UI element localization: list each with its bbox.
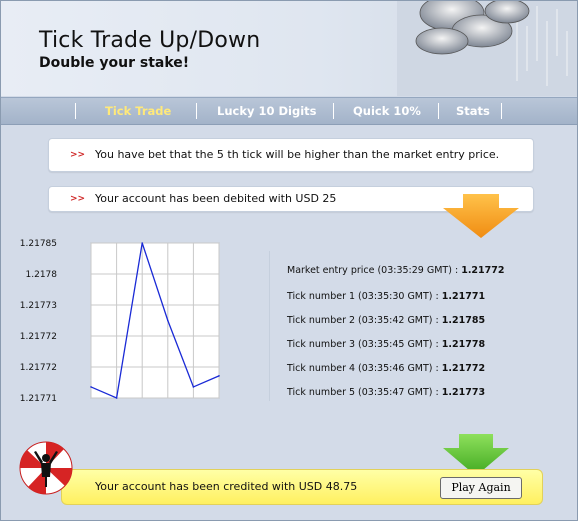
down-arrow-orange-icon bbox=[443, 194, 519, 238]
tick-value: 1.21778 bbox=[441, 339, 486, 350]
tab-tick-trade[interactable]: Tick Trade bbox=[105, 98, 171, 124]
y-tick-label: 1.21773 bbox=[20, 301, 57, 311]
tick-point bbox=[141, 242, 143, 244]
entry-price-value: 1.21772 bbox=[461, 265, 505, 276]
page-subtitle: Double your stake! bbox=[39, 55, 190, 71]
tick-point bbox=[167, 319, 169, 322]
tick-list: Market entry price (03:35:29 GMT) : 1.21… bbox=[269, 251, 530, 401]
page-title: Tick Trade Up/Down bbox=[39, 28, 261, 53]
debit-message-text: Your account has been debited with USD 2… bbox=[95, 192, 337, 205]
tick-value: 1.21771 bbox=[441, 291, 486, 302]
tick-label: Tick number 2 (03:35:42 GMT) : bbox=[287, 315, 439, 326]
tick-row: Tick number 4 (03:35:46 GMT) : 1.21772 bbox=[287, 363, 485, 374]
winner-badge-icon bbox=[19, 441, 73, 495]
tick-price-chart: 1.21785 1.2178 1.21773 1.21772 1.21772 1.2177… bbox=[20, 239, 220, 404]
tick-trade-window: Tick Trade Up/Down Double your stake! Ti… bbox=[0, 0, 578, 521]
header: Tick Trade Up/Down Double your stake! bbox=[1, 1, 577, 96]
nav-separator bbox=[438, 103, 439, 119]
tab-lucky-10-digits[interactable]: Lucky 10 Digits bbox=[217, 98, 317, 124]
tab-stats[interactable]: Stats bbox=[456, 98, 490, 124]
tick-label: Tick number 4 (03:35:46 GMT) : bbox=[287, 363, 439, 374]
entry-price-label: Market entry price (03:35:29 GMT) : bbox=[287, 265, 459, 276]
plot-area bbox=[90, 242, 220, 399]
tick-value: 1.21785 bbox=[441, 315, 486, 326]
tick-label: Tick number 5 (03:35:47 GMT) : bbox=[287, 387, 439, 398]
nav-bar: Tick Trade Lucky 10 Digits Quick 10% Sta… bbox=[1, 97, 577, 125]
y-tick-label: 1.21771 bbox=[20, 394, 57, 404]
y-tick-label: 1.21772 bbox=[20, 363, 57, 373]
y-tick-label: 1.2178 bbox=[26, 270, 58, 280]
chevron-right-icon: >> bbox=[70, 194, 86, 204]
play-again-button[interactable]: Play Again bbox=[440, 477, 522, 499]
chevron-right-icon: >> bbox=[70, 150, 86, 160]
tick-row: Tick number 2 (03:35:42 GMT) : 1.21785 bbox=[287, 315, 485, 326]
tick-value: 1.21773 bbox=[441, 387, 486, 398]
nav-separator bbox=[501, 103, 502, 119]
entry-price-row: Market entry price (03:35:29 GMT) : 1.21… bbox=[287, 265, 504, 276]
tick-point bbox=[90, 386, 92, 388]
coins-chart-graphic bbox=[397, 1, 577, 96]
tick-point bbox=[218, 375, 220, 377]
tick-label: Tick number 3 (03:35:45 GMT) : bbox=[287, 339, 439, 350]
tick-point bbox=[192, 386, 195, 388]
tick-row: Tick number 3 (03:35:45 GMT) : 1.21778 bbox=[287, 339, 485, 350]
nav-separator bbox=[75, 103, 76, 119]
tick-row: Tick number 5 (03:35:47 GMT) : 1.21773 bbox=[287, 387, 485, 398]
tick-row: Tick number 1 (03:35:30 GMT) : 1.21771 bbox=[287, 291, 485, 302]
y-tick-label: 1.21785 bbox=[20, 239, 57, 249]
nav-separator bbox=[196, 103, 197, 119]
y-tick-label: 1.21772 bbox=[20, 332, 57, 342]
bet-message-text: You have bet that the 5 th tick will be … bbox=[95, 148, 500, 161]
tab-quick-10[interactable]: Quick 10% bbox=[353, 98, 421, 124]
bet-message-box: >> You have bet that the 5 th tick will … bbox=[48, 138, 534, 172]
tick-label: Tick number 1 (03:35:30 GMT) : bbox=[287, 291, 439, 302]
credit-message-text: Your account has been credited with USD … bbox=[95, 480, 358, 493]
credit-message-box: Your account has been credited with USD … bbox=[61, 469, 543, 505]
tick-value: 1.21772 bbox=[441, 363, 486, 374]
tick-point bbox=[115, 397, 118, 399]
nav-separator bbox=[333, 103, 334, 119]
